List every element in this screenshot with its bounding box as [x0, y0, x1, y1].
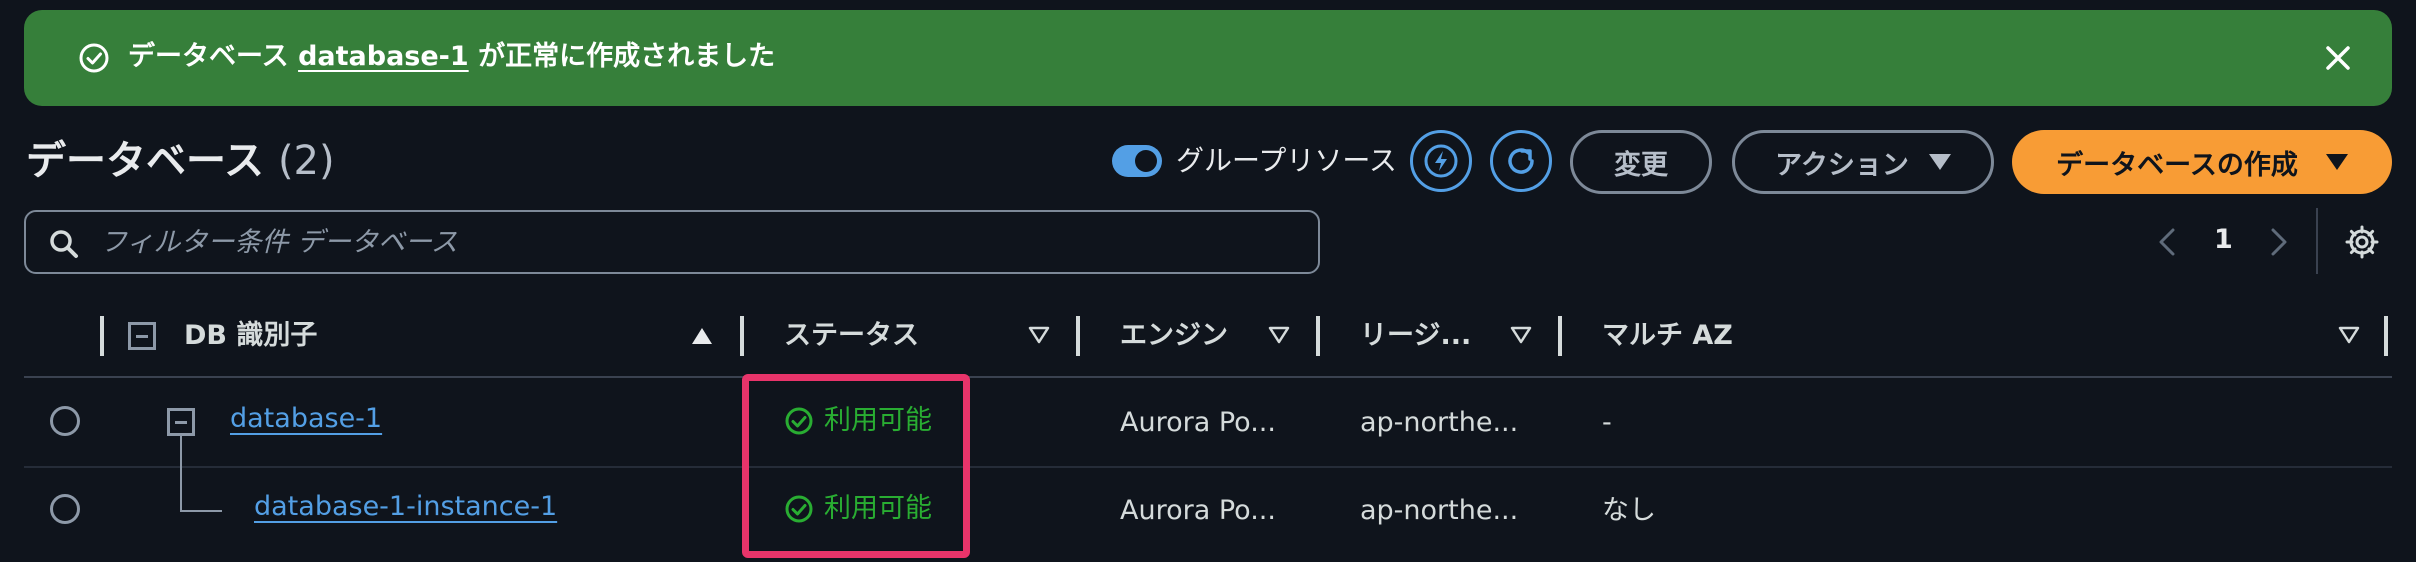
page-title: データベース (2): [26, 136, 335, 186]
toggle-knob: [1135, 150, 1157, 172]
success-flash-banner: データベース database-1 が正常に作成されました: [24, 10, 2392, 106]
column-divider: [1316, 316, 1320, 356]
caret-down-icon: [2325, 154, 2348, 170]
column-header-db-id[interactable]: DB 識別子: [184, 318, 317, 354]
row-divider: [24, 466, 2392, 468]
column-header-engine[interactable]: エンジン: [1120, 318, 1228, 354]
group-resources-toggle[interactable]: [1112, 145, 1162, 177]
caret-down-icon: [1928, 154, 1951, 170]
status-highlight-box: [742, 374, 970, 558]
flash-message: データベース database-1 が正常に作成されました: [128, 40, 775, 74]
actions-label: アクション: [1775, 149, 1909, 181]
db-identifier-link[interactable]: database-1: [230, 402, 382, 436]
multi-az-cell: -: [1602, 407, 1612, 438]
region-cell: ap-northe...: [1360, 495, 1519, 526]
row-select-radio[interactable]: [50, 406, 80, 436]
collapse-all-icon[interactable]: [128, 322, 156, 350]
title-text: データベース: [26, 138, 264, 184]
sort-icon[interactable]: [1028, 326, 1050, 344]
actions-button[interactable]: アクション: [1732, 130, 1994, 194]
header-divider: [24, 376, 2392, 378]
refresh-button[interactable]: [1490, 130, 1552, 192]
lightning-icon: [1424, 144, 1458, 178]
column-header-region[interactable]: リージ...: [1360, 318, 1471, 354]
sort-icon[interactable]: [1268, 326, 1290, 344]
sort-icon[interactable]: [1510, 326, 1532, 344]
multi-az-cell: なし: [1602, 495, 1656, 526]
row-select-radio[interactable]: [50, 494, 80, 524]
tree-connector: [180, 434, 182, 512]
close-icon[interactable]: [2320, 40, 2356, 76]
pager-divider: [2316, 208, 2318, 274]
tree-connector: [180, 510, 222, 512]
collapse-row-icon[interactable]: [167, 408, 195, 436]
resource-count: (2): [277, 138, 335, 184]
chevron-left-icon[interactable]: [2152, 225, 2182, 259]
column-divider: [100, 316, 104, 356]
check-circle-icon: [79, 43, 109, 73]
create-database-button[interactable]: データベースの作成: [2012, 130, 2392, 194]
column-divider: [740, 316, 744, 356]
column-divider: [2384, 316, 2388, 356]
column-divider: [1076, 316, 1080, 356]
column-divider: [1558, 316, 1562, 356]
sort-ascending-icon[interactable]: [692, 328, 712, 344]
db-identifier-link[interactable]: database-1-instance-1: [254, 490, 557, 524]
sort-icon[interactable]: [2338, 326, 2360, 344]
column-header-status[interactable]: ステータス: [784, 318, 919, 354]
modify-label: 変更: [1614, 149, 1668, 181]
create-label: データベースの作成: [2056, 149, 2298, 181]
chevron-right-icon[interactable]: [2264, 225, 2294, 259]
region-cell: ap-northe...: [1360, 407, 1519, 438]
search-icon: [50, 230, 78, 258]
filter-box: [24, 210, 1320, 274]
group-resources-label: グループリソース: [1176, 144, 1397, 177]
modify-button[interactable]: 変更: [1570, 130, 1712, 194]
flash-db-link[interactable]: database-1: [298, 41, 469, 72]
engine-cell: Aurora Po...: [1120, 407, 1276, 438]
engine-cell: Aurora Po...: [1120, 495, 1276, 526]
flash-suffix: が正常に作成されました: [468, 41, 776, 72]
lightning-button[interactable]: [1410, 130, 1472, 192]
refresh-icon: [1508, 148, 1534, 174]
flash-prefix: データベース: [128, 41, 299, 72]
page-number[interactable]: 1: [2214, 224, 2233, 255]
column-header-multi-az[interactable]: マルチ AZ: [1602, 318, 1733, 354]
filter-input[interactable]: [100, 218, 1300, 266]
gear-icon[interactable]: [2344, 224, 2380, 260]
